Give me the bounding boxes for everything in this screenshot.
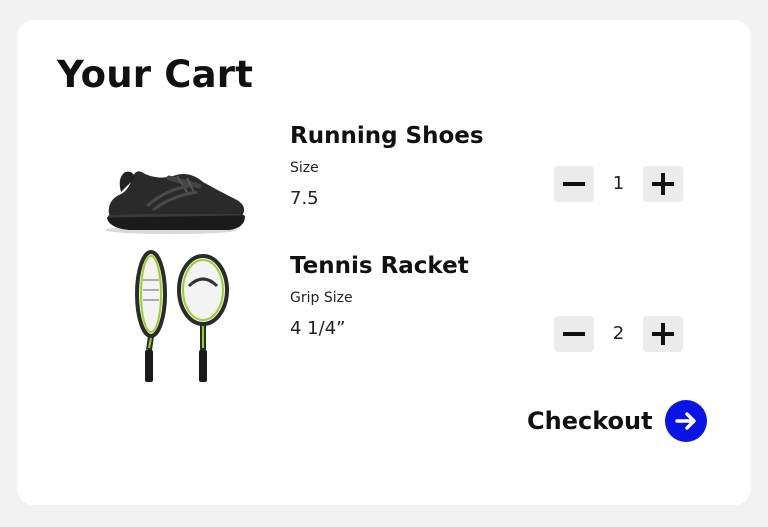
minus-icon xyxy=(563,182,585,186)
cart-card: Your Cart Running Shoes Size 7.5 1 Tenni… xyxy=(17,20,751,505)
decrease-quantity-button[interactable] xyxy=(554,316,594,352)
arrow-right-icon xyxy=(664,400,707,442)
quantity-value: 1 xyxy=(612,173,625,194)
item-option-value: 7.5 xyxy=(290,188,319,209)
increase-quantity-button[interactable] xyxy=(643,166,683,202)
minus-icon xyxy=(563,332,585,336)
item-option-value: 4 1/4” xyxy=(290,318,346,339)
item-name: Tennis Racket xyxy=(290,253,469,279)
item-option-label: Size xyxy=(290,160,319,176)
plus-icon xyxy=(652,173,674,195)
item-name: Running Shoes xyxy=(290,123,484,149)
running-shoe-image xyxy=(99,120,249,260)
checkout-button[interactable]: Checkout xyxy=(527,398,707,444)
decrease-quantity-button[interactable] xyxy=(554,166,594,202)
quantity-stepper: 2 xyxy=(554,316,684,354)
page-title: Your Cart xyxy=(57,53,254,96)
plus-icon xyxy=(652,323,674,345)
checkout-label: Checkout xyxy=(527,407,653,435)
increase-quantity-button[interactable] xyxy=(643,316,683,352)
cart-item-tennis-racket: Tennis Racket Grip Size 4 1/4” 2 xyxy=(17,250,751,390)
quantity-value: 2 xyxy=(612,323,625,344)
quantity-stepper: 1 xyxy=(554,166,684,204)
tennis-racket-image xyxy=(99,250,249,390)
cart-item-running-shoes: Running Shoes Size 7.5 1 xyxy=(17,120,751,260)
item-option-label: Grip Size xyxy=(290,290,353,306)
